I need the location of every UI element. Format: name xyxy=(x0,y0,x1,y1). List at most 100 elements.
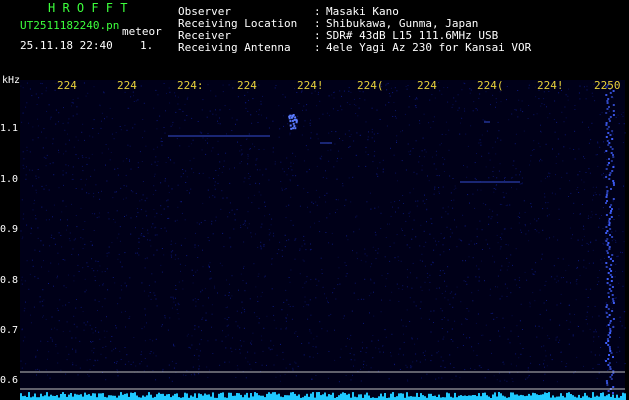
noise-speckle xyxy=(150,245,152,247)
noise-speckle xyxy=(540,180,542,182)
meteor-echo xyxy=(290,127,293,130)
noise-speckle xyxy=(270,340,272,342)
noise-speckle xyxy=(611,302,613,304)
intensity-bar xyxy=(522,395,524,400)
noise-speckle xyxy=(89,359,91,360)
noise-speckle xyxy=(373,133,375,135)
noise-speckle xyxy=(304,243,306,245)
noise-speckle xyxy=(363,363,364,365)
noise-speckle xyxy=(421,377,422,379)
noise-speckle xyxy=(528,375,530,376)
noise-speckle xyxy=(364,248,366,250)
signal-band-pixel xyxy=(609,228,612,230)
noise-speckle xyxy=(597,154,598,156)
noise-speckle xyxy=(561,176,563,178)
signal-band-pixel xyxy=(605,262,608,264)
noise-speckle xyxy=(413,301,415,303)
signal-band-pixel xyxy=(605,306,608,308)
noise-speckle xyxy=(114,191,116,193)
noise-speckle xyxy=(449,363,451,365)
noise-speckle xyxy=(371,137,373,139)
noise-speckle xyxy=(202,249,203,251)
noise-speckle xyxy=(72,174,74,176)
noise-speckle xyxy=(173,345,175,347)
noise-speckle xyxy=(185,182,187,183)
noise-speckle xyxy=(198,365,200,367)
noise-speckle xyxy=(181,201,182,203)
noise-speckle xyxy=(264,215,266,217)
intensity-bar xyxy=(236,393,238,400)
intensity-bar xyxy=(384,393,386,400)
signal-band-pixel xyxy=(607,272,610,274)
noise-speckle xyxy=(93,196,95,198)
noise-speckle xyxy=(482,119,484,121)
noise-speckle xyxy=(118,253,120,255)
noise-speckle xyxy=(284,234,286,236)
noise-speckle xyxy=(244,177,246,179)
noise-speckle xyxy=(524,211,526,213)
noise-speckle xyxy=(135,192,137,194)
noise-speckle xyxy=(568,304,570,306)
noise-speckle xyxy=(328,95,330,97)
noise-speckle xyxy=(308,342,310,344)
signal-band-pixel xyxy=(608,246,611,248)
meteor-echo xyxy=(294,116,297,119)
noise-speckle xyxy=(441,216,443,218)
noise-speckle xyxy=(165,230,167,232)
noise-speckle xyxy=(64,129,66,131)
noise-speckle xyxy=(95,260,97,262)
noise-speckle xyxy=(474,177,476,179)
intensity-bar xyxy=(464,395,466,400)
noise-speckle xyxy=(291,318,293,320)
intensity-bar xyxy=(584,392,586,400)
signal-band-pixel xyxy=(611,170,614,172)
noise-speckle xyxy=(469,337,471,339)
noise-speckle xyxy=(169,91,171,93)
intensity-bar xyxy=(468,395,470,400)
noise-speckle xyxy=(58,152,60,154)
noise-speckle xyxy=(318,220,320,222)
noise-speckle xyxy=(51,234,53,236)
noise-speckle xyxy=(394,257,396,259)
noise-speckle xyxy=(367,154,369,156)
noise-speckle xyxy=(509,372,511,374)
noise-speckle xyxy=(179,108,181,110)
noise-speckle xyxy=(289,134,291,136)
noise-speckle xyxy=(88,193,90,195)
noise-speckle xyxy=(318,91,319,93)
noise-speckle xyxy=(582,239,583,241)
noise-speckle xyxy=(421,165,423,167)
noise-speckle xyxy=(397,256,399,258)
noise-speckle xyxy=(326,297,327,299)
signal-band-pixel xyxy=(609,234,611,236)
noise-speckle xyxy=(504,180,505,181)
noise-speckle xyxy=(508,262,510,264)
noise-speckle xyxy=(605,250,607,252)
noise-speckle xyxy=(333,166,335,168)
noise-speckle xyxy=(73,323,75,325)
noise-speckle xyxy=(309,329,311,330)
noise-speckle xyxy=(68,302,70,303)
noise-speckle xyxy=(445,290,446,292)
noise-speckle xyxy=(321,328,323,330)
noise-speckle xyxy=(433,163,435,165)
noise-speckle xyxy=(565,117,567,119)
noise-speckle xyxy=(337,110,339,111)
noise-speckle xyxy=(43,260,44,262)
noise-speckle xyxy=(66,219,68,221)
intensity-bar xyxy=(50,394,52,400)
noise-speckle xyxy=(111,133,113,135)
signal-band-pixel xyxy=(605,112,608,114)
signal-band-pixel xyxy=(610,96,613,98)
noise-speckle xyxy=(561,111,563,113)
intensity-bar xyxy=(360,394,362,400)
noise-speckle xyxy=(410,150,412,152)
noise-speckle xyxy=(115,132,117,134)
intensity-bar xyxy=(158,392,160,400)
noise-speckle xyxy=(615,241,617,243)
noise-speckle xyxy=(443,336,445,338)
signal-band-pixel xyxy=(607,334,610,336)
noise-speckle xyxy=(258,114,260,116)
noise-speckle xyxy=(594,100,596,102)
noise-speckle xyxy=(260,335,262,337)
